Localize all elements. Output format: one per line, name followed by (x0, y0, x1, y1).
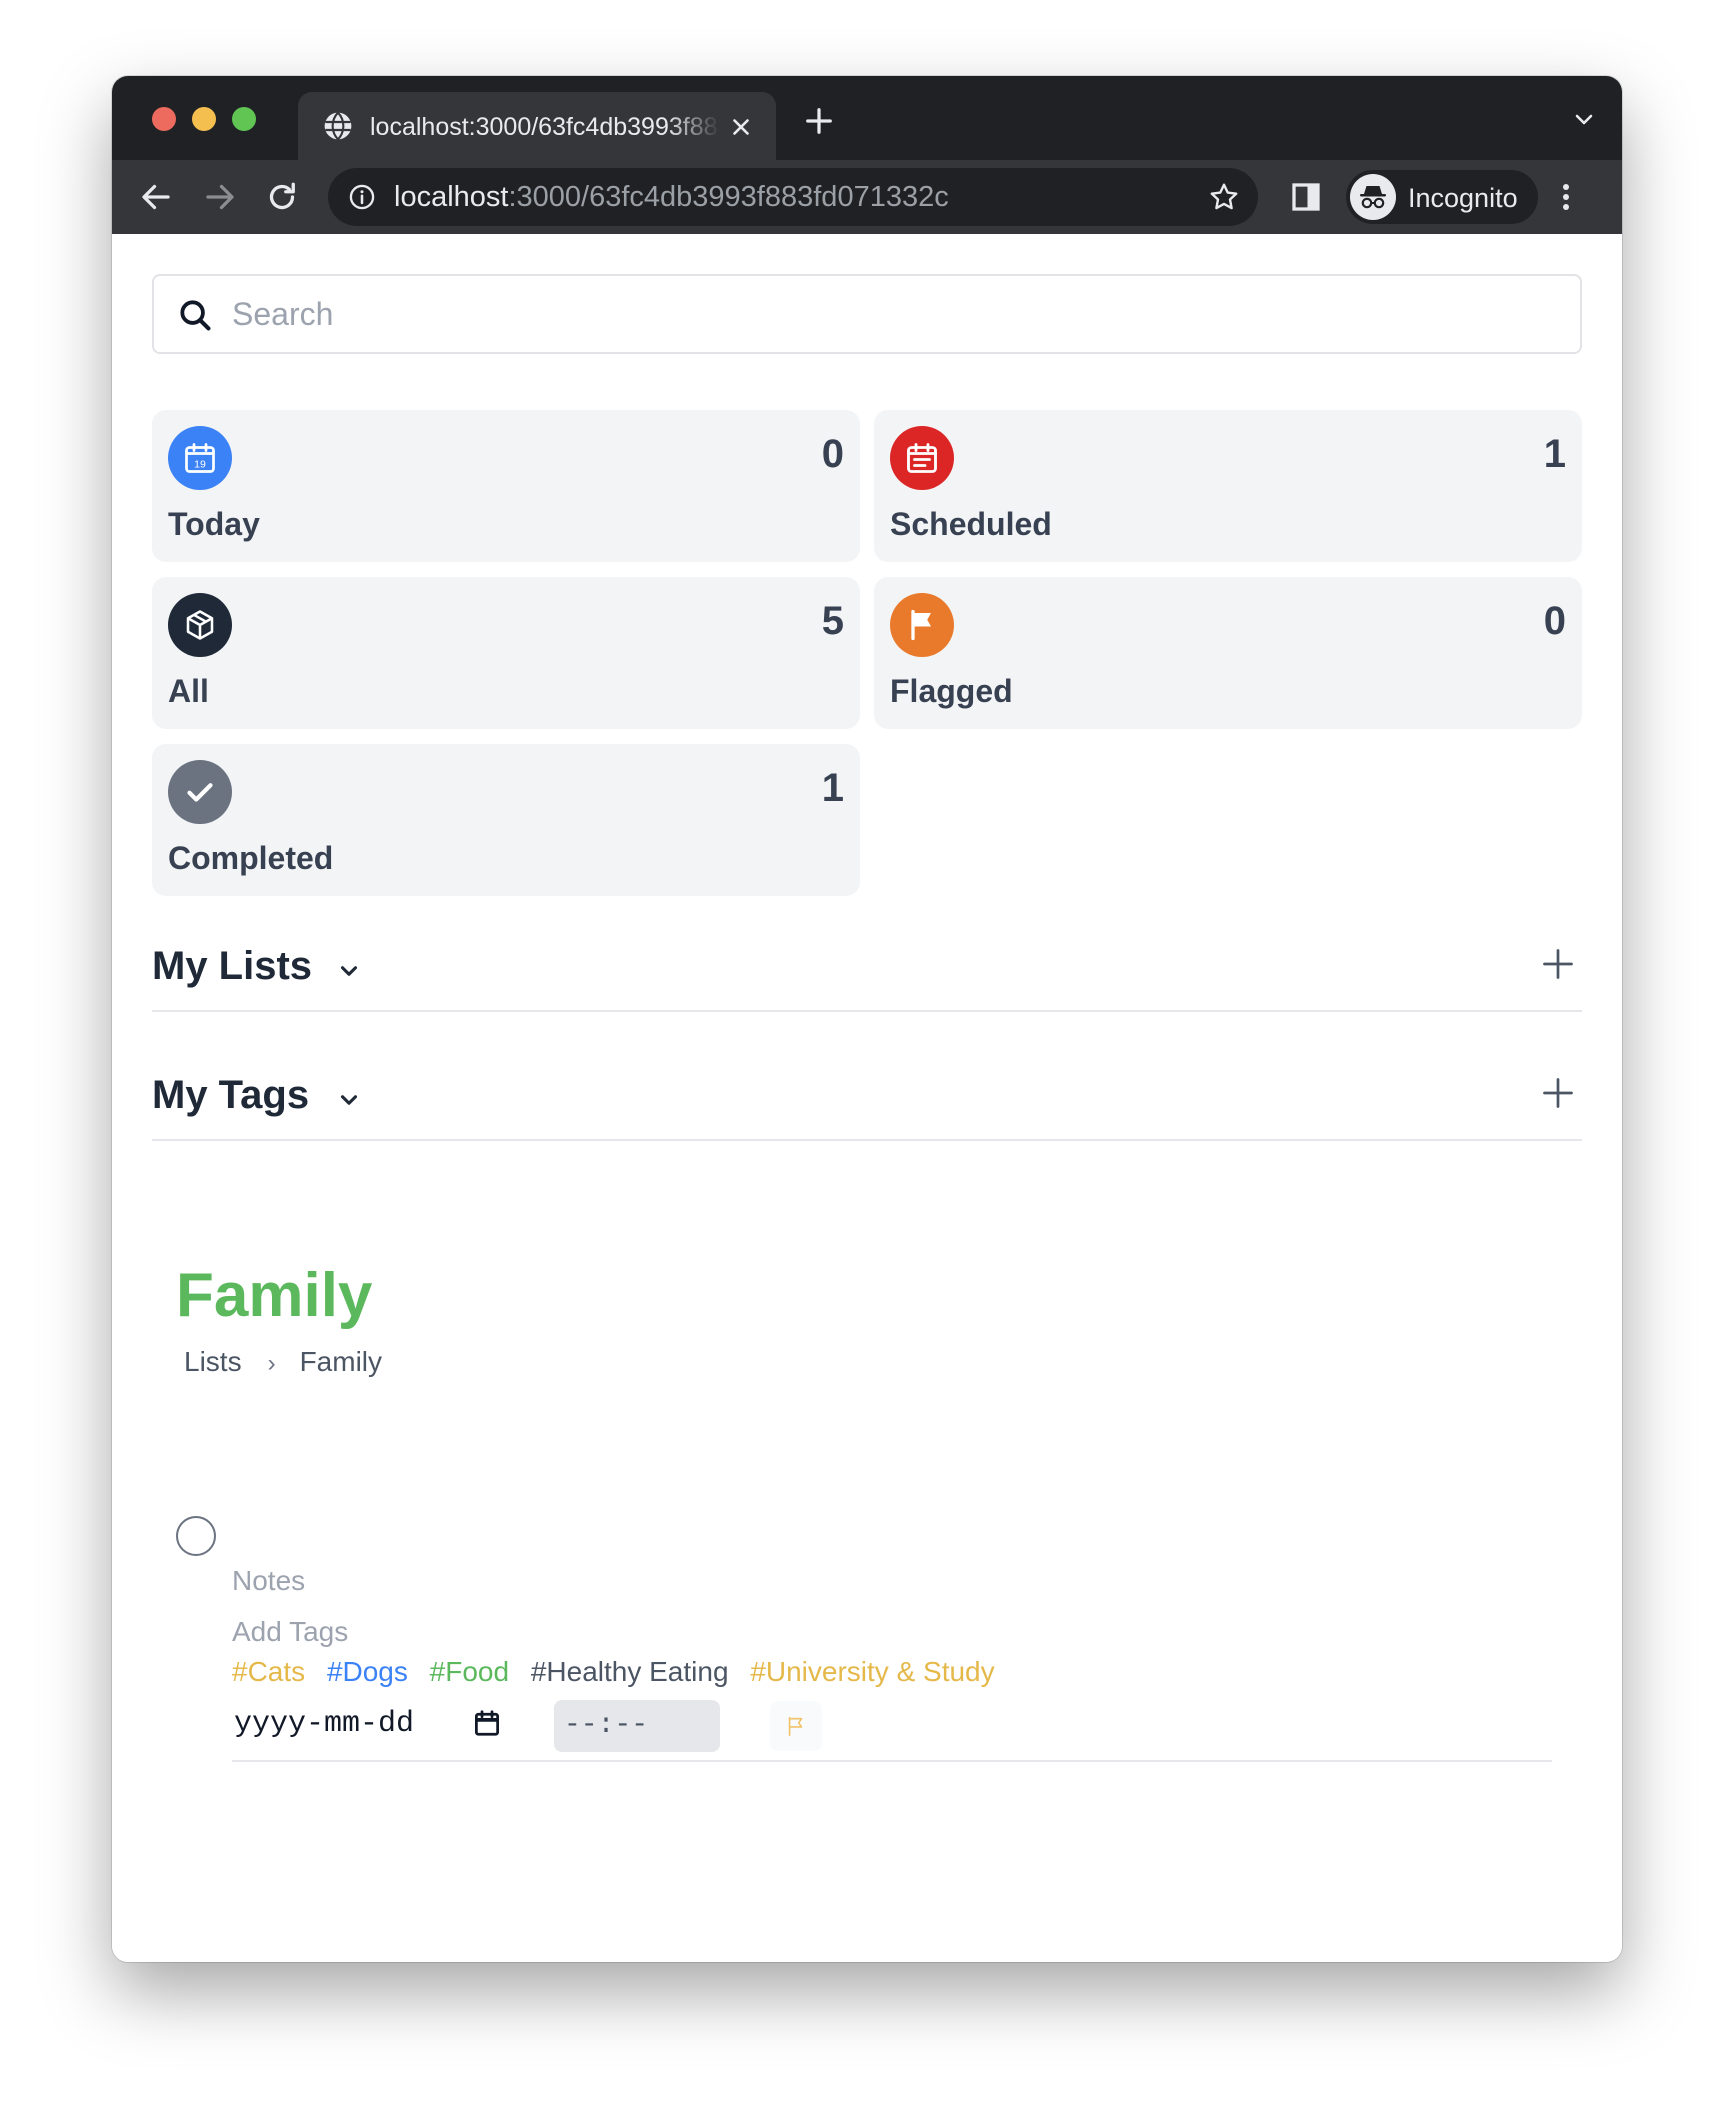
incognito-icon (1350, 174, 1396, 220)
due-time-input[interactable]: --:-- (554, 1700, 720, 1752)
chevron-down-icon[interactable] (336, 1087, 362, 1113)
card-all[interactable]: 5 All (152, 577, 860, 729)
new-tab-icon[interactable] (804, 106, 834, 136)
card-label: Completed (168, 840, 334, 876)
tag-option[interactable]: #Food (430, 1654, 509, 1690)
due-date-input[interactable]: yyyy-mm-dd (232, 1698, 522, 1750)
url-text: localhost:3000/63fc4db3993f883fd071332c (394, 180, 949, 214)
card-completed[interactable]: 1 Completed (152, 744, 860, 896)
close-tab-icon[interactable] (728, 114, 754, 140)
browser-window: localhost:3000/63fc4db3993f883fd071332c (112, 76, 1622, 1962)
check-icon (168, 760, 232, 824)
add-tags-field[interactable]: Add Tags (232, 1614, 348, 1650)
site-info-icon[interactable] (348, 183, 376, 211)
card-label: Flagged (890, 673, 1013, 709)
calendar-today-icon: 19 (168, 426, 232, 490)
browser-toolbar: localhost:3000/63fc4db3993f883fd071332c … (112, 160, 1622, 234)
url-host: localhost (394, 181, 509, 213)
task-complete-checkbox[interactable] (176, 1516, 216, 1556)
flag-outline-icon (788, 1716, 803, 1736)
tag-option[interactable]: #Dogs (327, 1654, 408, 1690)
back-icon[interactable] (138, 179, 174, 215)
flag-icon (890, 593, 954, 657)
minimize-window-button[interactable] (192, 107, 216, 131)
breadcrumb-lists[interactable]: Lists (184, 1346, 242, 1377)
flag-task-button[interactable] (770, 1701, 822, 1751)
globe-icon (324, 111, 352, 141)
card-count: 1 (1543, 432, 1566, 476)
incognito-label: Incognito (1408, 183, 1518, 213)
my-tags-section: My Tags (152, 1061, 1582, 1141)
breadcrumb-separator: › (267, 1350, 276, 1377)
close-window-button[interactable] (152, 107, 176, 131)
card-scheduled[interactable]: 1 Scheduled (874, 410, 1582, 562)
card-count: 1 (821, 766, 844, 810)
card-count: 0 (1543, 599, 1566, 643)
tab-title: localhost:3000/63fc4db3993f883fd071332c (370, 113, 720, 141)
breadcrumb-current: Family (299, 1346, 383, 1377)
tag-options: #Cats #Dogs #Food #Healthy Eating #Unive… (232, 1654, 1009, 1690)
url-path: :3000/63fc4db3993f883fd071332c (508, 181, 949, 213)
card-label: Today (168, 506, 260, 542)
my-tags-title[interactable]: My Tags (152, 1071, 309, 1119)
due-time-placeholder: --:-- (564, 1710, 649, 1741)
tag-option[interactable]: #University & Study (750, 1654, 994, 1690)
card-count: 5 (821, 599, 844, 643)
task-notes-field[interactable]: Notes (232, 1563, 305, 1599)
my-lists-title[interactable]: My Lists (152, 942, 312, 990)
card-flagged[interactable]: 0 Flagged (874, 577, 1582, 729)
card-label: Scheduled (890, 506, 1052, 542)
address-bar[interactable]: localhost:3000/63fc4db3993f883fd071332c (328, 168, 1258, 226)
breadcrumb: Lists › Family (184, 1344, 382, 1380)
card-today[interactable]: 19 0 Today (152, 410, 860, 562)
calendar-list-icon (890, 426, 954, 490)
task-divider (232, 1760, 1552, 1762)
tag-option[interactable]: #Cats (232, 1654, 305, 1690)
box-icon (168, 593, 232, 657)
browser-menu-icon[interactable] (1560, 181, 1572, 213)
tab-bar: localhost:3000/63fc4db3993f883fd071332c (112, 76, 1622, 160)
search-input[interactable] (232, 290, 1552, 338)
card-count: 0 (821, 432, 844, 476)
add-list-button[interactable] (1540, 946, 1576, 982)
chevron-down-icon[interactable] (336, 958, 362, 984)
my-lists-section: My Lists (152, 932, 1582, 1012)
due-date-placeholder: yyyy-mm-dd (234, 1707, 415, 1741)
reload-icon[interactable] (264, 179, 300, 215)
add-tag-button[interactable] (1540, 1075, 1576, 1111)
bookmark-star-icon[interactable] (1208, 181, 1240, 213)
side-panel-icon[interactable] (1288, 179, 1324, 215)
page-content: 19 0 Today 1 Scheduled 5 (112, 234, 1622, 1962)
list-title: Family (176, 1261, 373, 1330)
tab-search-chevron-icon[interactable] (1572, 110, 1596, 130)
browser-tab[interactable]: localhost:3000/63fc4db3993f883fd071332c (298, 92, 776, 160)
maximize-window-button[interactable] (232, 107, 256, 131)
forward-icon[interactable] (202, 179, 238, 215)
search-bar[interactable] (152, 274, 1582, 354)
incognito-profile-button[interactable]: Incognito (1346, 170, 1538, 224)
calendar-picker-icon[interactable] (472, 1708, 502, 1738)
calendar-day-number: 19 (194, 458, 206, 470)
search-icon (180, 300, 211, 331)
card-label: All (168, 673, 209, 709)
tag-option[interactable]: #Healthy Eating (531, 1654, 729, 1690)
